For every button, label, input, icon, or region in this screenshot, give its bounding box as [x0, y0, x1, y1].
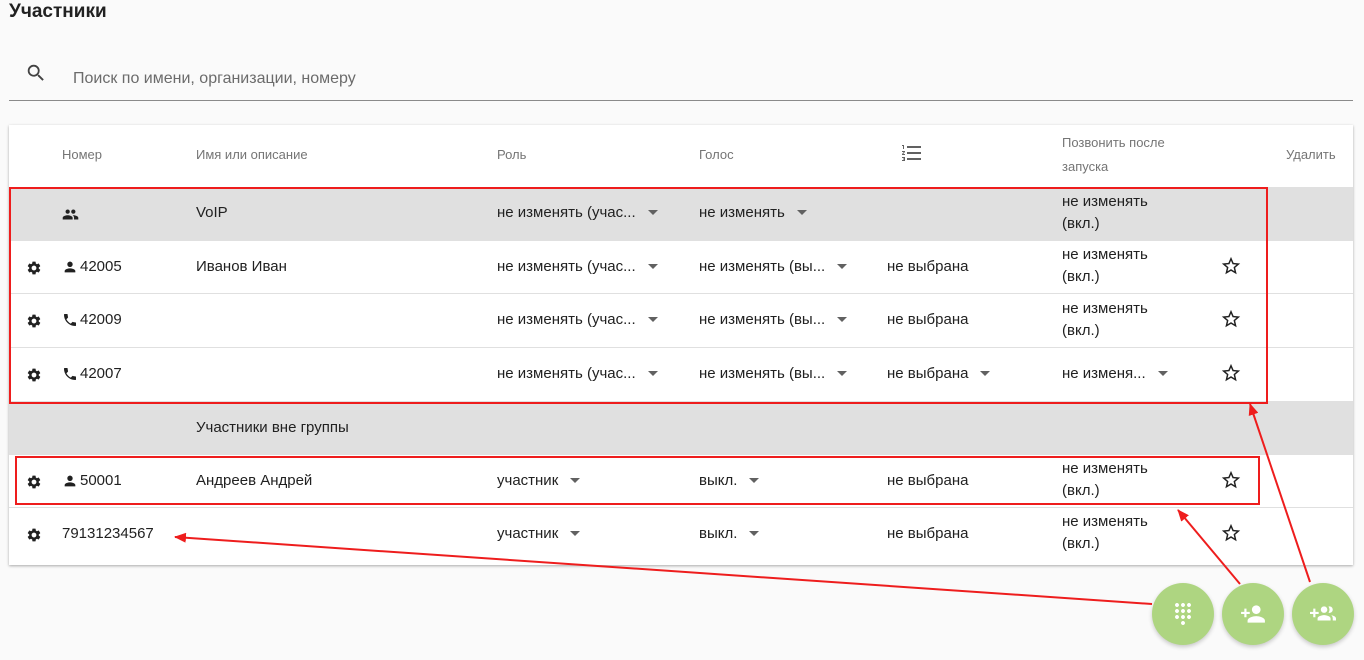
- dialpad-button[interactable]: [1152, 583, 1214, 645]
- list-numbered-icon: [902, 145, 921, 161]
- table-row[interactable]: 79131234567 участник выкл. не выбрана не…: [9, 507, 1353, 566]
- list-value[interactable]: не выбрана: [887, 525, 968, 542]
- search-icon[interactable]: [25, 62, 47, 84]
- column-header-number: Номер: [62, 147, 103, 162]
- chevron-down-icon: [570, 531, 581, 536]
- star-outline-icon[interactable]: [1220, 522, 1242, 544]
- ungrouped-header: Участники вне группы: [196, 419, 349, 436]
- column-header-name: Имя или описание: [196, 147, 308, 162]
- voice-dropdown[interactable]: выкл.: [699, 525, 760, 542]
- search-bar: [9, 54, 1353, 101]
- add-group-button[interactable]: [1292, 583, 1354, 645]
- role-dropdown[interactable]: участник: [497, 525, 581, 542]
- participant-highlight-box: [15, 456, 1260, 505]
- person-add-icon: [1241, 605, 1265, 623]
- dialpad-icon: [1175, 603, 1191, 625]
- column-header-call-after-start: Позвонить после запуска: [1062, 135, 1165, 174]
- participant-number: 79131234567: [62, 525, 154, 542]
- column-header-voice: Голос: [699, 147, 734, 162]
- add-person-button[interactable]: [1222, 583, 1284, 645]
- column-header-delete: Удалить: [1286, 147, 1336, 162]
- column-header-role: Роль: [497, 147, 527, 162]
- search-input[interactable]: [71, 64, 975, 94]
- gear-icon[interactable]: [26, 527, 42, 543]
- call-value: не изменять (вкл.): [1062, 513, 1148, 552]
- ungrouped-header-row: Участники вне группы: [9, 401, 1353, 455]
- page-title: Участники: [9, 1, 107, 22]
- group-add-icon: [1310, 606, 1336, 621]
- chevron-down-icon: [749, 531, 760, 536]
- group-highlight-box: [9, 187, 1268, 404]
